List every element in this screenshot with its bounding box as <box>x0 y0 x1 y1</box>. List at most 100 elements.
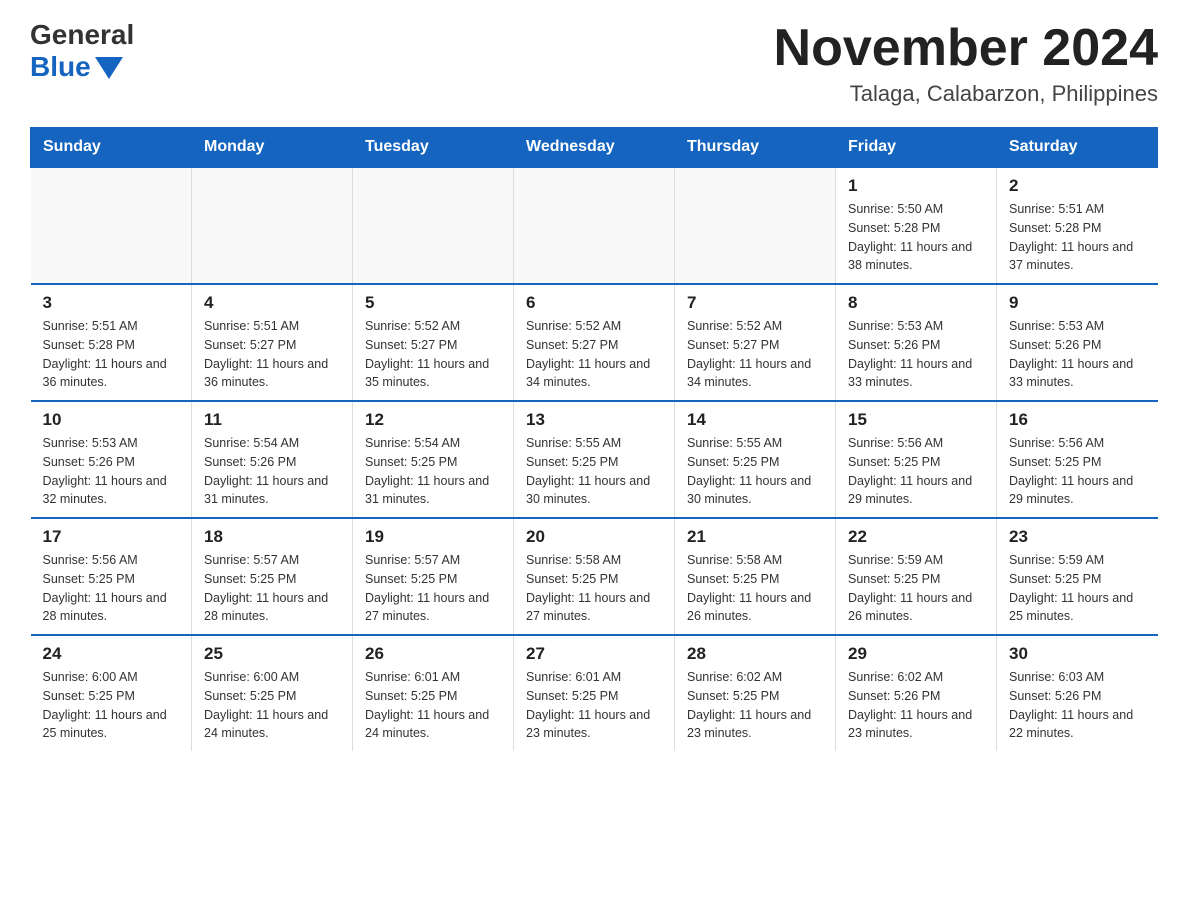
header-cell-monday: Monday <box>192 128 353 168</box>
day-number: 26 <box>365 644 501 664</box>
day-number: 27 <box>526 644 662 664</box>
week-row-4: 17 Sunrise: 5:56 AMSunset: 5:25 PMDayligh… <box>31 518 1158 635</box>
day-info: Sunrise: 6:01 AMSunset: 5:25 PMDaylight:… <box>365 668 501 743</box>
day-number: 5 <box>365 293 501 313</box>
day-cell <box>192 167 353 284</box>
day-cell: 10 Sunrise: 5:53 AMSunset: 5:26 PMDayligh… <box>31 401 192 518</box>
day-number: 16 <box>1009 410 1146 430</box>
logo-general-text: General <box>30 20 134 51</box>
day-cell: 23 Sunrise: 5:59 AMSunset: 5:25 PMDayligh… <box>997 518 1158 635</box>
week-row-1: 1 Sunrise: 5:50 AMSunset: 5:28 PMDaylight… <box>31 167 1158 284</box>
header-cell-sunday: Sunday <box>31 128 192 168</box>
day-info: Sunrise: 5:51 AMSunset: 5:28 PMDaylight:… <box>1009 200 1146 275</box>
day-cell: 28Sunrise: 6:02 AMSunset: 5:25 PMDayligh… <box>675 635 836 751</box>
day-info: Sunrise: 6:01 AMSunset: 5:25 PMDaylight:… <box>526 668 662 743</box>
day-number: 29 <box>848 644 984 664</box>
day-info: Sunrise: 6:02 AMSunset: 5:26 PMDaylight:… <box>848 668 984 743</box>
day-info: Sunrise: 5:54 AMSunset: 5:25 PMDaylight:… <box>365 434 501 509</box>
day-info: Sunrise: 5:50 AMSunset: 5:28 PMDaylight:… <box>848 200 984 275</box>
day-info: Sunrise: 6:00 AMSunset: 5:25 PMDaylight:… <box>43 668 180 743</box>
day-number: 17 <box>43 527 180 547</box>
day-info: Sunrise: 5:53 AMSunset: 5:26 PMDaylight:… <box>1009 317 1146 392</box>
day-number: 20 <box>526 527 662 547</box>
day-cell: 21 Sunrise: 5:58 AMSunset: 5:25 PMDayligh… <box>675 518 836 635</box>
header-cell-wednesday: Wednesday <box>514 128 675 168</box>
day-number: 11 <box>204 410 340 430</box>
header-cell-tuesday: Tuesday <box>353 128 514 168</box>
day-cell: 8 Sunrise: 5:53 AMSunset: 5:26 PMDaylight… <box>836 284 997 401</box>
day-cell: 9 Sunrise: 5:53 AMSunset: 5:26 PMDaylight… <box>997 284 1158 401</box>
day-number: 19 <box>365 527 501 547</box>
page-header: General Blue November 2024 Talaga, Calab… <box>30 20 1158 107</box>
day-cell: 26 Sunrise: 6:01 AMSunset: 5:25 PMDayligh… <box>353 635 514 751</box>
day-info: Sunrise: 5:54 AMSunset: 5:26 PMDaylight:… <box>204 434 340 509</box>
day-info: Sunrise: 6:00 AMSunset: 5:25 PMDaylight:… <box>204 668 340 743</box>
day-cell <box>514 167 675 284</box>
day-number: 18 <box>204 527 340 547</box>
day-number: 22 <box>848 527 984 547</box>
day-cell: 5 Sunrise: 5:52 AMSunset: 5:27 PMDaylight… <box>353 284 514 401</box>
calendar-table: SundayMondayTuesdayWednesdayThursdayFrid… <box>30 127 1158 751</box>
day-info: Sunrise: 5:57 AMSunset: 5:25 PMDaylight:… <box>204 551 340 626</box>
day-info: Sunrise: 5:52 AMSunset: 5:27 PMDaylight:… <box>687 317 823 392</box>
header-cell-thursday: Thursday <box>675 128 836 168</box>
logo: General Blue <box>30 20 134 83</box>
logo-triangle-icon <box>95 57 123 79</box>
day-cell <box>353 167 514 284</box>
day-number: 14 <box>687 410 823 430</box>
day-cell: 7 Sunrise: 5:52 AMSunset: 5:27 PMDaylight… <box>675 284 836 401</box>
week-row-2: 3Sunrise: 5:51 AMSunset: 5:28 PMDaylight… <box>31 284 1158 401</box>
day-cell <box>31 167 192 284</box>
day-cell: 6 Sunrise: 5:52 AMSunset: 5:27 PMDaylight… <box>514 284 675 401</box>
day-info: Sunrise: 5:59 AMSunset: 5:25 PMDaylight:… <box>1009 551 1146 626</box>
day-number: 4 <box>204 293 340 313</box>
day-info: Sunrise: 5:52 AMSunset: 5:27 PMDaylight:… <box>526 317 662 392</box>
day-cell <box>675 167 836 284</box>
day-cell: 2 Sunrise: 5:51 AMSunset: 5:28 PMDaylight… <box>997 167 1158 284</box>
week-row-5: 24 Sunrise: 6:00 AMSunset: 5:25 PMDayligh… <box>31 635 1158 751</box>
day-number: 12 <box>365 410 501 430</box>
month-title: November 2024 <box>774 20 1158 77</box>
day-number: 25 <box>204 644 340 664</box>
day-cell: 15 Sunrise: 5:56 AMSunset: 5:25 PMDayligh… <box>836 401 997 518</box>
day-info: Sunrise: 5:58 AMSunset: 5:25 PMDaylight:… <box>526 551 662 626</box>
day-cell: 14 Sunrise: 5:55 AMSunset: 5:25 PMDayligh… <box>675 401 836 518</box>
day-number: 2 <box>1009 176 1146 196</box>
day-cell: 25 Sunrise: 6:00 AMSunset: 5:25 PMDayligh… <box>192 635 353 751</box>
day-number: 8 <box>848 293 984 313</box>
day-number: 15 <box>848 410 984 430</box>
day-cell: 19 Sunrise: 5:57 AMSunset: 5:25 PMDayligh… <box>353 518 514 635</box>
day-info: Sunrise: 5:55 AMSunset: 5:25 PMDaylight:… <box>687 434 823 509</box>
day-number: 21 <box>687 527 823 547</box>
day-info: Sunrise: 5:57 AMSunset: 5:25 PMDaylight:… <box>365 551 501 626</box>
day-info: Sunrise: 5:59 AMSunset: 5:25 PMDaylight:… <box>848 551 984 626</box>
title-block: November 2024 Talaga, Calabarzon, Philip… <box>774 20 1158 107</box>
day-info: Sunrise: 6:03 AMSunset: 5:26 PMDaylight:… <box>1009 668 1146 743</box>
day-info: Sunrise: 5:56 AMSunset: 5:25 PMDaylight:… <box>43 551 180 626</box>
day-cell: 1 Sunrise: 5:50 AMSunset: 5:28 PMDaylight… <box>836 167 997 284</box>
day-cell: 16Sunrise: 5:56 AMSunset: 5:25 PMDayligh… <box>997 401 1158 518</box>
day-number: 23 <box>1009 527 1146 547</box>
day-number: 24 <box>43 644 180 664</box>
day-cell: 27 Sunrise: 6:01 AMSunset: 5:25 PMDayligh… <box>514 635 675 751</box>
day-info: Sunrise: 5:53 AMSunset: 5:26 PMDaylight:… <box>43 434 180 509</box>
day-cell: 24 Sunrise: 6:00 AMSunset: 5:25 PMDayligh… <box>31 635 192 751</box>
day-number: 6 <box>526 293 662 313</box>
day-cell: 17 Sunrise: 5:56 AMSunset: 5:25 PMDayligh… <box>31 518 192 635</box>
day-info: Sunrise: 5:56 AMSunset: 5:25 PMDaylight:… <box>848 434 984 509</box>
day-number: 30 <box>1009 644 1146 664</box>
day-number: 9 <box>1009 293 1146 313</box>
day-cell: 4 Sunrise: 5:51 AMSunset: 5:27 PMDaylight… <box>192 284 353 401</box>
day-number: 7 <box>687 293 823 313</box>
day-cell: 30 Sunrise: 6:03 AMSunset: 5:26 PMDayligh… <box>997 635 1158 751</box>
day-info: Sunrise: 5:51 AMSunset: 5:27 PMDaylight:… <box>204 317 340 392</box>
day-number: 10 <box>43 410 180 430</box>
day-info: Sunrise: 5:53 AMSunset: 5:26 PMDaylight:… <box>848 317 984 392</box>
day-info: Sunrise: 5:52 AMSunset: 5:27 PMDaylight:… <box>365 317 501 392</box>
day-info: Sunrise: 5:58 AMSunset: 5:25 PMDaylight:… <box>687 551 823 626</box>
day-number: 1 <box>848 176 984 196</box>
calendar-body: 1 Sunrise: 5:50 AMSunset: 5:28 PMDaylight… <box>31 167 1158 751</box>
day-info: Sunrise: 5:51 AMSunset: 5:28 PMDaylight:… <box>43 317 180 392</box>
header-cell-saturday: Saturday <box>997 128 1158 168</box>
day-cell: 11 Sunrise: 5:54 AMSunset: 5:26 PMDayligh… <box>192 401 353 518</box>
